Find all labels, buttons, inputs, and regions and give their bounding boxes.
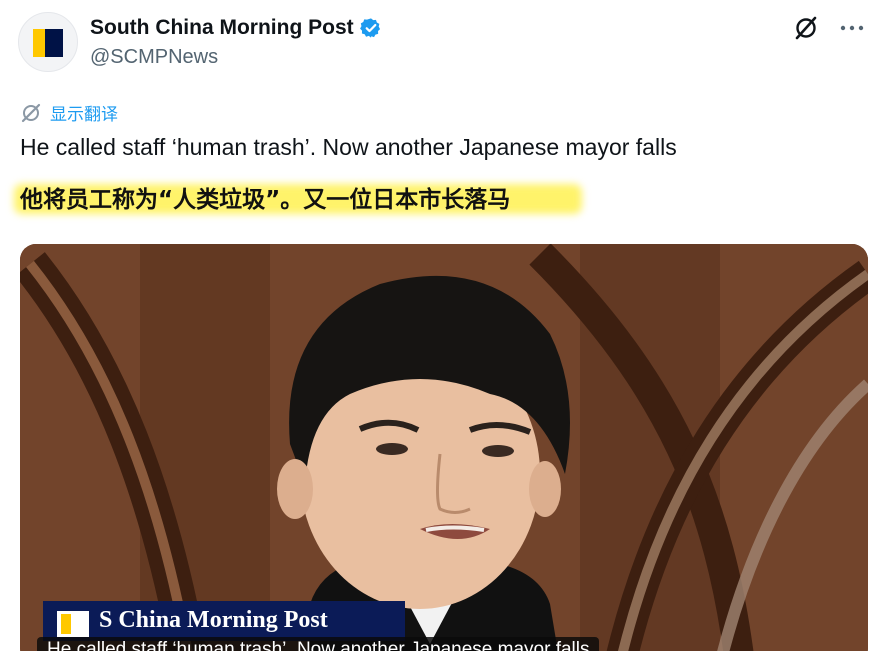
handle[interactable]: @SCMPNews <box>90 46 218 69</box>
display-name[interactable]: South China Morning Post <box>90 16 354 40</box>
media-logo-overlay: S China Morning Post <box>43 601 405 641</box>
overlay-logo-text: S China Morning Post <box>99 607 328 633</box>
scmp-overlay-logo-icon <box>57 611 89 637</box>
avatar[interactable] <box>18 12 78 72</box>
verified-badge-icon <box>359 18 380 38</box>
tweet-header: South China Morning Post @SCMPNews <box>18 12 866 76</box>
name-row: South China Morning Post <box>90 16 382 40</box>
more-dots-icon[interactable] <box>838 14 866 42</box>
scmp-logo-yellow-bar <box>33 29 45 57</box>
show-translation-label: 显示翻译 <box>50 105 118 125</box>
tweet-text: He called staff ‘human trash’. Now anoth… <box>20 134 677 160</box>
translated-text: 他将员工称为“人类垃圾”。又一位日本市长落马 <box>20 187 511 213</box>
translate-icon <box>21 103 41 122</box>
media-image[interactable]: S China Morning Post He called staff ‘hu… <box>20 244 868 651</box>
translation-block: 他将员工称为“人类垃圾”。又一位日本市长落马 <box>14 180 582 214</box>
photo-scene <box>20 244 868 651</box>
media-caption: He called staff ‘human trash’. Now anoth… <box>37 637 600 651</box>
show-translation-link[interactable]: 显示翻译 <box>20 100 118 125</box>
grok-icon[interactable] <box>792 14 820 42</box>
header-actions <box>792 14 866 42</box>
